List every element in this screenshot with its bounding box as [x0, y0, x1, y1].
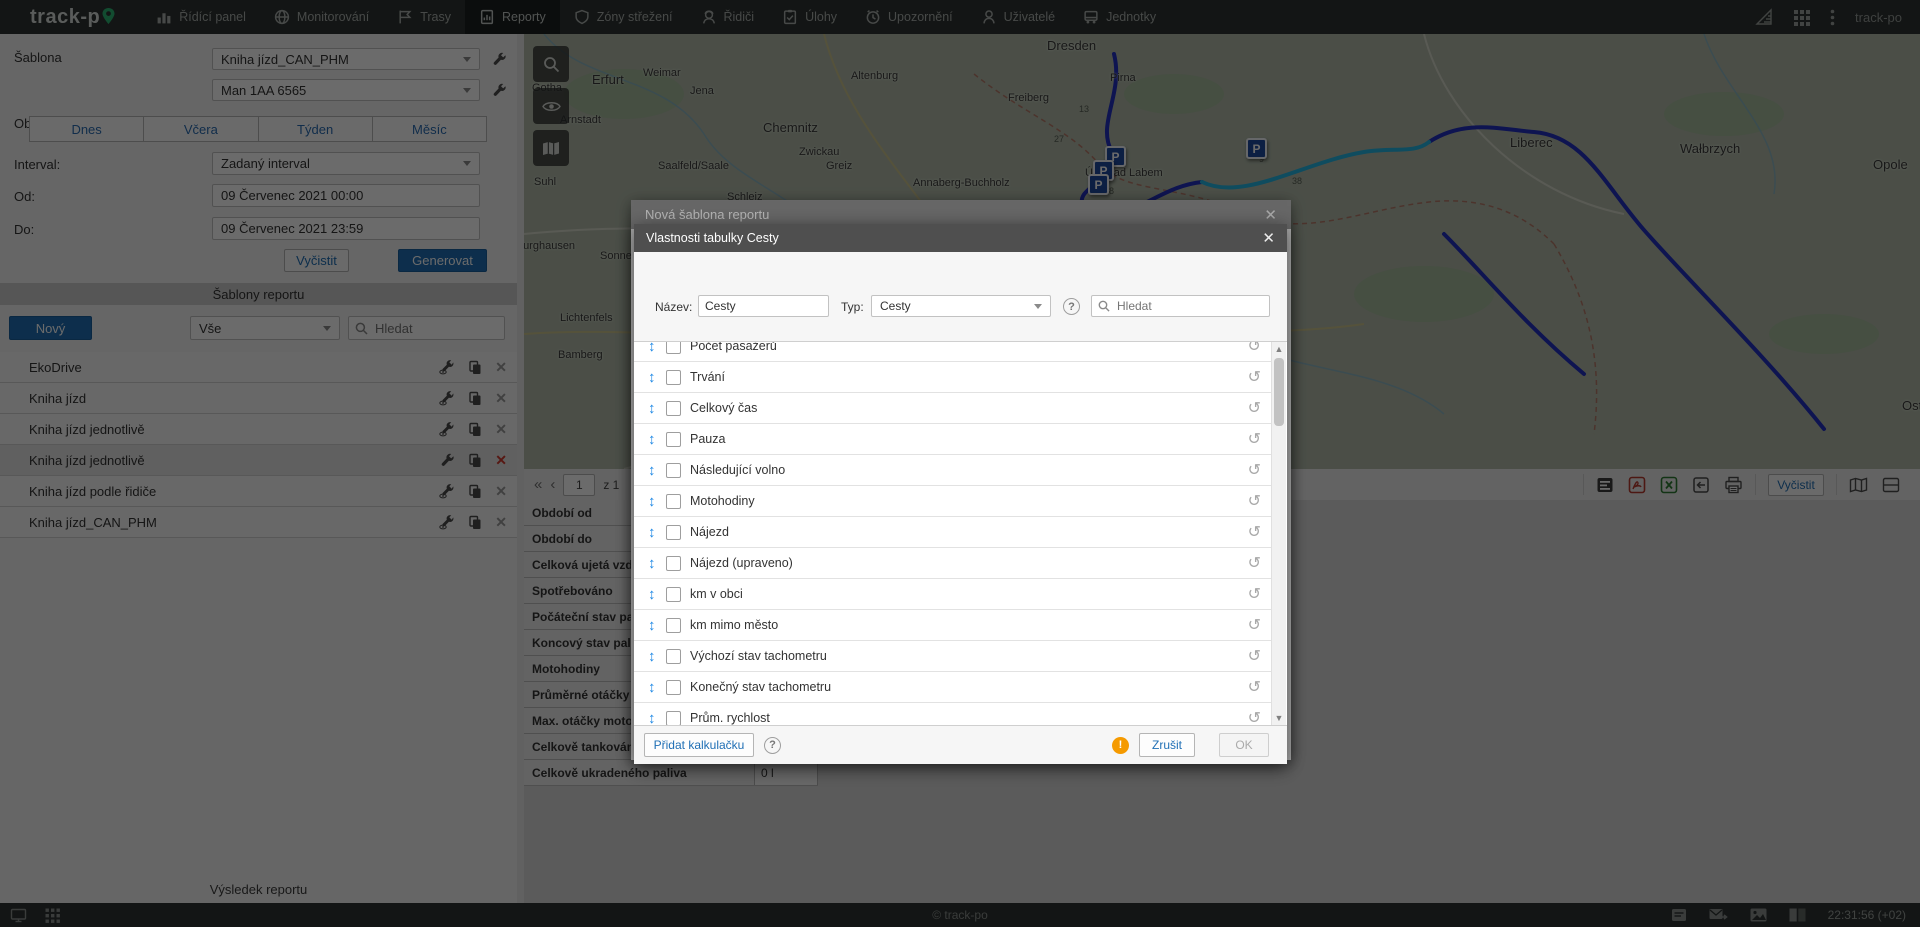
column-checkbox[interactable]	[666, 494, 681, 509]
undo-icon[interactable]: ↺	[1248, 460, 1261, 480]
column-row-po-et-pasa-er: ↕ Počet pasažerů ↺	[634, 341, 1271, 362]
column-row-pauza: ↕ Pauza ↺	[634, 424, 1271, 455]
dialog-footer: Přidat kalkulačku ? ! Zrušit OK	[634, 726, 1287, 764]
columns-list: ↕ Počet pasažerů ↺ ↕ Trvání ↺ ↕ Celkový čas ↺ ↕ Pa…	[634, 341, 1287, 726]
column-checkbox[interactable]	[666, 556, 681, 571]
dialog-title: Vlastnosti tabulky Cesty	[646, 231, 779, 245]
table-properties-dialog: Vlastnosti tabulky Cesty ✕ Název: Typ: C…	[634, 224, 1287, 764]
drag-handle-icon[interactable]: ↕	[648, 493, 666, 510]
help-icon[interactable]: ?	[764, 737, 781, 754]
column-checkbox[interactable]	[666, 618, 681, 633]
warning-icon: !	[1112, 737, 1129, 754]
ok-button[interactable]: OK	[1219, 733, 1269, 757]
column-checkbox[interactable]	[666, 463, 681, 478]
undo-icon[interactable]: ↺	[1248, 646, 1261, 666]
column-label: Trvání	[690, 370, 725, 384]
undo-icon[interactable]: ↺	[1248, 398, 1261, 418]
undo-icon[interactable]: ↺	[1248, 367, 1261, 387]
scrollbar[interactable]: ▲ ▼	[1271, 342, 1286, 725]
drag-handle-icon[interactable]: ↕	[648, 648, 666, 665]
drag-handle-icon[interactable]: ↕	[648, 524, 666, 541]
column-search-input[interactable]	[1115, 298, 1263, 314]
column-row-celkov-as: ↕ Celkový čas ↺	[634, 393, 1271, 424]
drag-handle-icon[interactable]: ↕	[648, 369, 666, 386]
column-label: km v obci	[690, 587, 743, 601]
add-calculator-button[interactable]: Přidat kalkulačku	[644, 733, 754, 757]
undo-icon[interactable]: ↺	[1248, 522, 1261, 542]
column-label: Prům. rychlost	[690, 711, 770, 725]
scroll-thumb[interactable]	[1274, 358, 1284, 426]
undo-icon[interactable]: ↺	[1248, 553, 1261, 573]
drag-handle-icon[interactable]: ↕	[648, 555, 666, 572]
column-label: Nájezd (upraveno)	[690, 556, 793, 570]
scroll-down-icon[interactable]: ▼	[1272, 711, 1286, 725]
drag-handle-icon[interactable]: ↕	[648, 431, 666, 448]
column-checkbox[interactable]	[666, 680, 681, 695]
column-checkbox[interactable]	[666, 649, 681, 664]
drag-handle-icon[interactable]: ↕	[648, 462, 666, 479]
column-checkbox[interactable]	[666, 401, 681, 416]
column-row-v-choz-stav-tachometru: ↕ Výchozí stav tachometru ↺	[634, 641, 1271, 672]
undo-icon[interactable]: ↺	[1248, 491, 1261, 511]
column-search[interactable]	[1091, 295, 1270, 317]
column-checkbox[interactable]	[666, 370, 681, 385]
drag-handle-icon[interactable]: ↕	[648, 710, 666, 727]
column-row-kone-n-stav-tachometru: ↕ Konečný stav tachometru ↺	[634, 672, 1271, 703]
drag-handle-icon[interactable]: ↕	[648, 679, 666, 696]
column-row-pr-m-rychlost: ↕ Prům. rychlost ↺	[634, 703, 1271, 726]
type-select-value: Cesty	[880, 299, 911, 313]
drag-handle-icon[interactable]: ↕	[648, 586, 666, 603]
column-checkbox[interactable]	[666, 525, 681, 540]
column-row-n-jezd-upraveno: ↕ Nájezd (upraveno) ↺	[634, 548, 1271, 579]
undo-icon[interactable]: ↺	[1248, 429, 1261, 449]
column-row-km-mimo-m-sto: ↕ km mimo město ↺	[634, 610, 1271, 641]
scroll-up-icon[interactable]: ▲	[1272, 342, 1286, 356]
column-label: km mimo město	[690, 618, 778, 632]
dialog-fields: Název: Typ: Cesty ? SloupceNastavení	[634, 252, 1287, 341]
dialog-titlebar: Vlastnosti tabulky Cesty ✕	[634, 224, 1287, 252]
name-label: Název:	[655, 300, 692, 314]
column-label: Pauza	[690, 432, 725, 446]
column-label: Celkový čas	[690, 401, 757, 415]
column-label: Konečný stav tachometru	[690, 680, 831, 694]
column-checkbox[interactable]	[666, 432, 681, 447]
chevron-down-icon	[1034, 304, 1042, 309]
column-label: Počet pasažerů	[690, 341, 777, 353]
column-row-trv-n: ↕ Trvání ↺	[634, 362, 1271, 393]
help-icon[interactable]: ?	[1063, 298, 1080, 315]
column-checkbox[interactable]	[666, 341, 681, 354]
column-checkbox[interactable]	[666, 711, 681, 726]
column-label: Výchozí stav tachometru	[690, 649, 827, 663]
column-label: Následující volno	[690, 463, 785, 477]
column-label: Motohodiny	[690, 494, 755, 508]
drag-handle-icon[interactable]: ↕	[648, 341, 666, 355]
search-icon	[1098, 300, 1110, 312]
undo-icon[interactable]: ↺	[1248, 584, 1261, 604]
drag-handle-icon[interactable]: ↕	[648, 617, 666, 634]
column-row-km-v-obci: ↕ km v obci ↺	[634, 579, 1271, 610]
column-row-motohodiny: ↕ Motohodiny ↺	[634, 486, 1271, 517]
close-icon[interactable]: ✕	[1262, 229, 1275, 247]
column-row-n-jezd: ↕ Nájezd ↺	[634, 517, 1271, 548]
column-row-n-sleduj-c-volno: ↕ Následující volno ↺	[634, 455, 1271, 486]
name-input[interactable]	[698, 295, 829, 317]
type-select[interactable]: Cesty	[871, 295, 1051, 317]
undo-icon[interactable]: ↺	[1248, 341, 1261, 356]
drag-handle-icon[interactable]: ↕	[648, 400, 666, 417]
column-label: Nájezd	[690, 525, 729, 539]
undo-icon[interactable]: ↺	[1248, 615, 1261, 635]
column-checkbox[interactable]	[666, 587, 681, 602]
cancel-button[interactable]: Zrušit	[1139, 733, 1195, 757]
undo-icon[interactable]: ↺	[1248, 677, 1261, 697]
type-label: Typ:	[841, 300, 864, 314]
undo-icon[interactable]: ↺	[1248, 708, 1261, 726]
